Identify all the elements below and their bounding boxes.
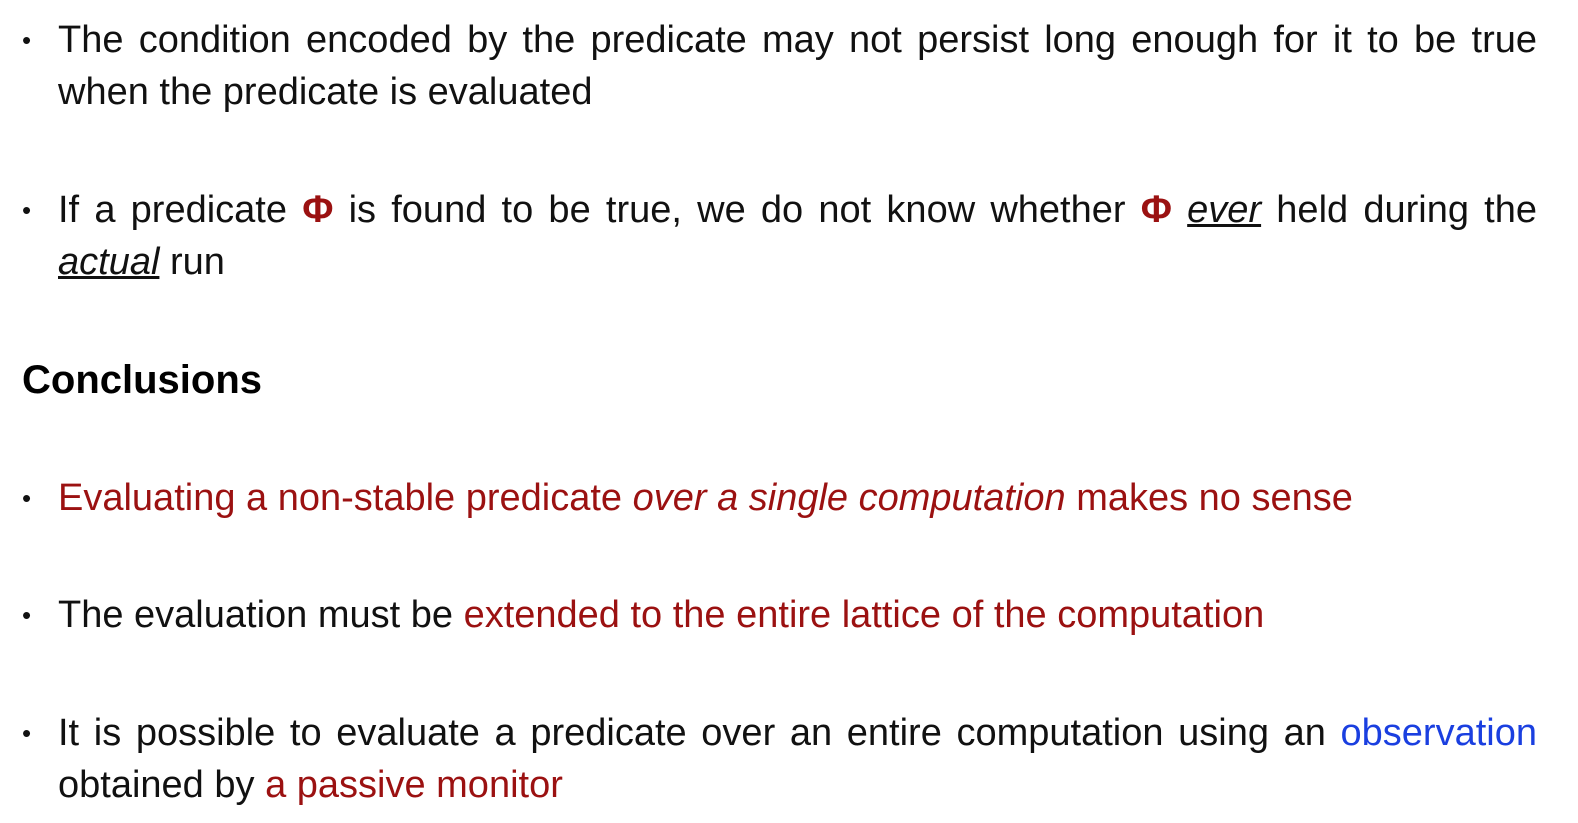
text-segment: It is possible to evaluate a predicate o… xyxy=(58,712,1341,754)
text-segment: held during the xyxy=(1261,189,1538,231)
text-segment: obtained by xyxy=(58,764,266,806)
text-segment xyxy=(1172,189,1187,231)
bullet-text: If a predicate Φ is found to be true, we… xyxy=(58,184,1537,288)
bullet-dot: • xyxy=(22,483,32,513)
phi-symbol: Φ xyxy=(1140,189,1172,231)
conclusion-non-stable: • Evaluating a non-stable predicate over… xyxy=(22,472,1537,524)
emphasis-ever: ever xyxy=(1187,189,1262,231)
emphasis-single-computation: over a single computation xyxy=(632,477,1066,519)
bullet-dot: • xyxy=(22,600,32,630)
bullet-text: The evaluation must be extended to the e… xyxy=(58,589,1537,641)
bullet-dot: • xyxy=(22,195,32,225)
bullet-condition-persistence: • The condition encoded by the predicate… xyxy=(22,14,1537,118)
highlight-passive-monitor: a passive monitor xyxy=(265,764,563,806)
text-segment: Evaluating a non-stable predicate xyxy=(58,477,633,519)
bullet-text: Evaluating a non-stable predicate over a… xyxy=(58,472,1537,524)
bullet-text: The condition encoded by the predicate m… xyxy=(58,19,1537,113)
conclusions-heading: Conclusions xyxy=(22,358,263,402)
slide: • The condition encoded by the predicate… xyxy=(0,0,1578,823)
text-segment: makes no sense xyxy=(1065,477,1353,519)
highlight-observation: observation xyxy=(1340,712,1537,754)
phi-symbol: Φ xyxy=(302,189,334,231)
conclusion-passive-monitor: • It is possible to evaluate a predicate… xyxy=(22,707,1537,811)
bullet-dot: • xyxy=(22,25,32,55)
text-segment: is found to be true, we do not know whet… xyxy=(333,189,1141,231)
text-segment: The evaluation must be xyxy=(58,594,464,636)
text-segment: If a predicate xyxy=(58,189,303,231)
bullet-dot: • xyxy=(22,718,32,748)
bullet-predicate-phi: • If a predicate Φ is found to be true, … xyxy=(22,184,1537,288)
emphasis-actual: actual xyxy=(58,241,160,283)
bullet-text: It is possible to evaluate a predicate o… xyxy=(58,707,1537,811)
conclusion-lattice: • The evaluation must be extended to the… xyxy=(22,589,1537,641)
text-segment: run xyxy=(159,241,225,283)
highlight-lattice: extended to the entire lattice of the co… xyxy=(463,594,1265,636)
